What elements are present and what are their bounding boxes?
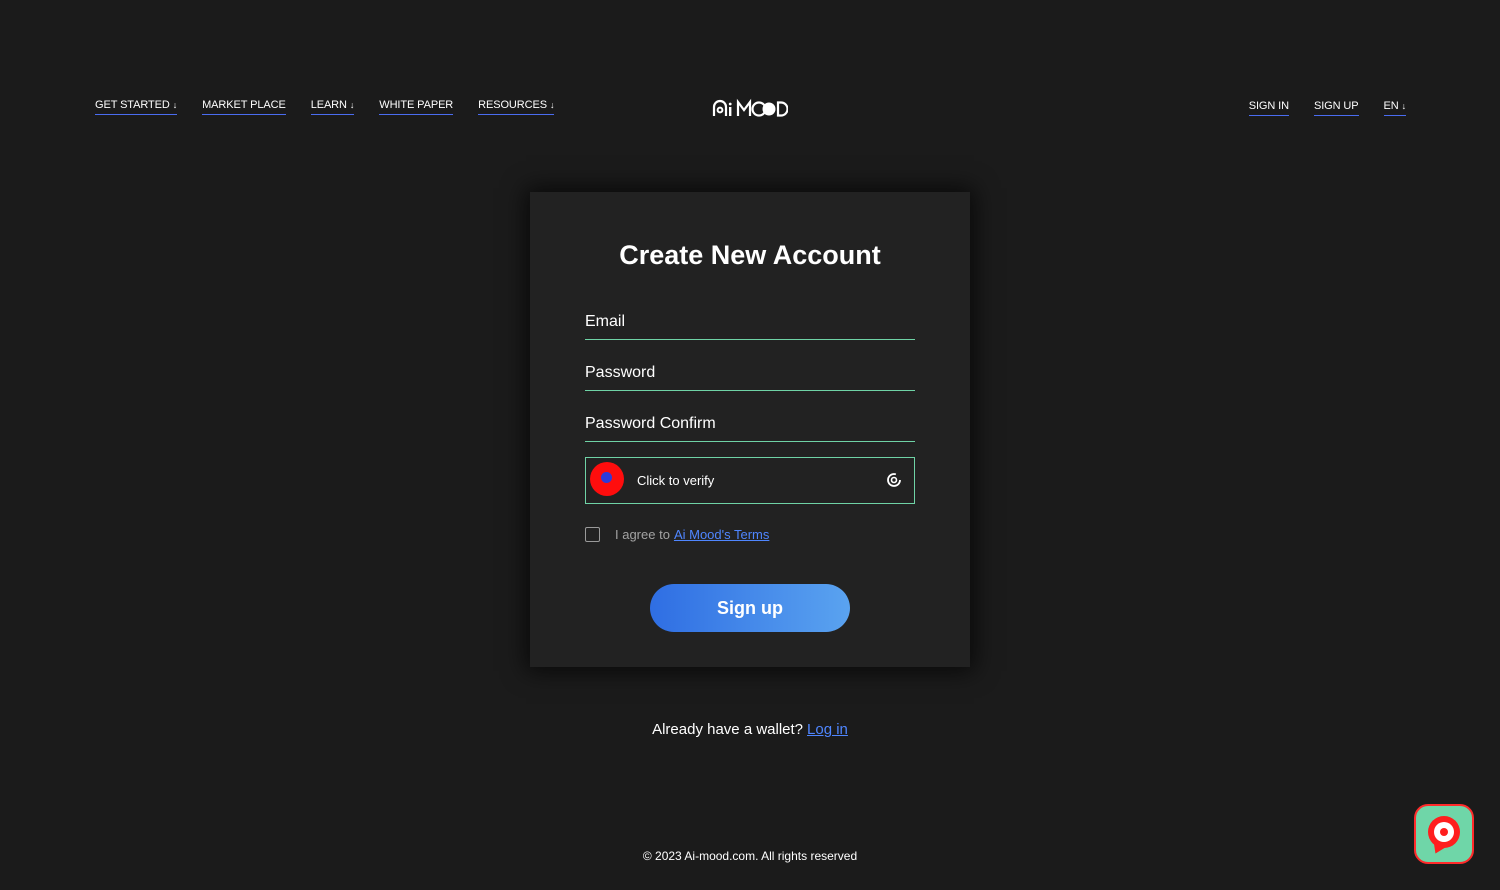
nav-white-paper-label: WHITE PAPER [379,99,454,111]
nav-resources[interactable]: RESOURCES ↓ [478,99,554,115]
nav-learn-label: LEARN [310,99,347,111]
terms-checkbox[interactable] [585,527,600,542]
login-prompt-text: Already have a wallet? [652,721,804,738]
email-field[interactable] [585,305,915,339]
nav-sign-up-label: SIGN UP [1313,100,1359,112]
nav-white-paper[interactable]: WHITE PAPER [379,99,453,115]
login-prompt: Already have a wallet? Log in [0,721,1500,738]
password-confirm-field[interactable] [585,407,915,441]
footer-copyright: © 2023 Ai-mood.com. All rights reserved [642,849,858,863]
password-confirm-field-wrapper [585,407,915,442]
main-nav: GET STARTED ↓ MARKET PLACE LEARN ↓ WHITE… [95,99,554,115]
nav-sign-up[interactable]: SIGN UP [1313,100,1359,116]
nav-sign-in-label: SIGN IN [1248,100,1289,112]
email-field-wrapper [585,305,915,340]
nav-learn[interactable]: LEARN ↓ [310,99,355,115]
chat-support-icon[interactable] [1414,804,1474,864]
arrow-down-icon: ↓ [1401,101,1407,111]
arrow-down-icon: ↓ [349,100,355,110]
captcha-checkbox-icon [590,462,624,496]
arrow-down-icon: ↓ [549,100,555,110]
terms-label: I agree to [615,527,670,542]
nav-get-started-label: GET STARTED [95,99,170,111]
nav-market-place-label: MARKET PLACE [202,99,286,111]
chat-ring-inner [1440,828,1448,836]
signup-button[interactable]: Sign up [650,584,850,632]
password-field-wrapper [585,356,915,391]
captcha-label: Click to verify [637,473,715,488]
refresh-icon[interactable] [886,472,902,488]
captcha-verify[interactable]: Click to verify [585,457,915,504]
terms-link[interactable]: Ai Mood's Terms [674,527,769,542]
language-selector[interactable]: EN ↓ [1383,100,1407,116]
login-link[interactable]: Log in [807,721,848,738]
arrow-down-icon: ↓ [172,100,178,110]
signup-card: Create New Account Click to verify I agr… [530,192,970,667]
page: GET STARTED ↓ MARKET PLACE LEARN ↓ WHITE… [0,0,1500,890]
nav-sign-in[interactable]: SIGN IN [1248,100,1289,116]
nav-resources-label: RESOURCES [478,99,547,111]
page-title: Create New Account [619,240,881,270]
ai-mood-logo[interactable] [712,98,788,118]
nav-market-place[interactable]: MARKET PLACE [202,99,286,115]
nav-get-started[interactable]: GET STARTED ↓ [95,99,177,115]
language-label: EN [1383,100,1399,112]
password-field[interactable] [585,356,915,390]
terms-row: I agree to Ai Mood's Terms [585,527,769,542]
account-nav: SIGN IN SIGN UP EN ↓ [1248,100,1407,116]
